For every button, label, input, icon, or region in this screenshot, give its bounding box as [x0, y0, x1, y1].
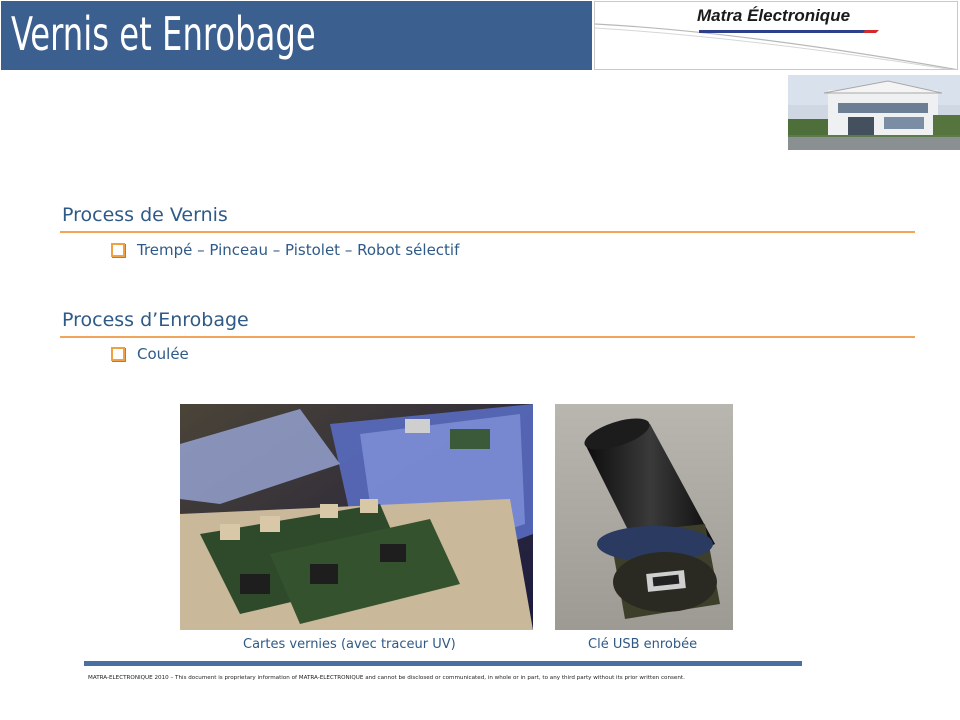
section-divider [60, 336, 915, 338]
bullet-item-enrobage: Coulée [111, 345, 189, 363]
varnished-boards-photo [180, 404, 533, 630]
building-photo [788, 75, 960, 150]
brand-name: Matra Électronique [697, 6, 851, 25]
section-title-enrobage: Process d’Enrobage [62, 309, 249, 331]
checkbox-bullet-icon [111, 347, 125, 361]
bullet-text: Coulée [137, 345, 189, 363]
footer-divider [84, 661, 802, 666]
caption-varnished-boards: Cartes vernies (avec traceur UV) [243, 637, 456, 652]
usb-key-photo [555, 404, 733, 630]
title-banner: Vernis et Enrobage [1, 1, 592, 70]
footer-confidentiality-notice: MATRA-ELECTRONIQUE 2010 – This document … [88, 675, 685, 681]
caption-usb-key: Clé USB enrobée [588, 637, 698, 652]
section-title-vernis: Process de Vernis [62, 204, 228, 226]
bullet-text: Trempé – Pinceau – Pistolet – Robot séle… [137, 241, 460, 259]
section-divider [60, 231, 915, 233]
company-logo: Matra Électronique [594, 1, 958, 70]
bullet-item-vernis: Trempé – Pinceau – Pistolet – Robot séle… [111, 241, 459, 259]
page-title: Vernis et Enrobage [11, 7, 316, 61]
checkbox-bullet-icon [111, 243, 125, 257]
